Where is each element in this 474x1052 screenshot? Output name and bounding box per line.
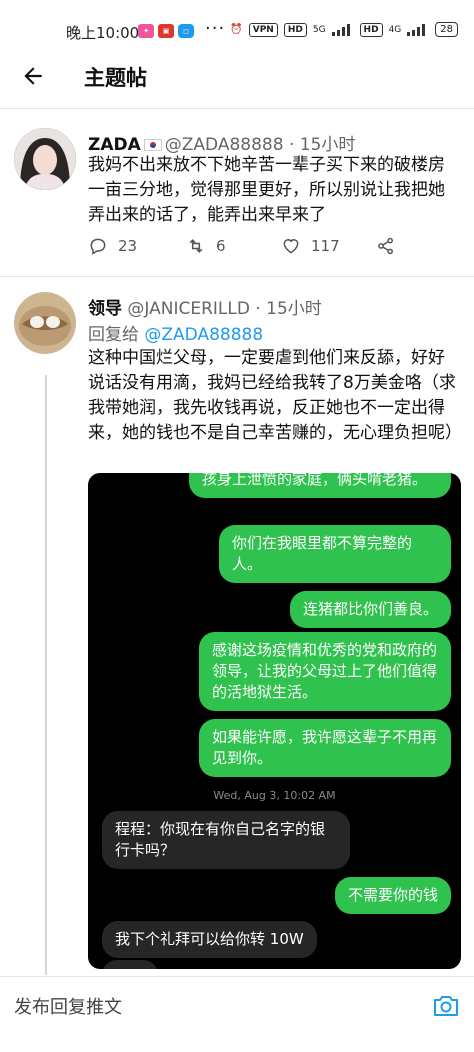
divider	[0, 276, 474, 277]
chat-bubble-sent: 孩身上泄愤的家庭，俩头啃老猪。	[189, 473, 451, 498]
chat-bubble-sent: 感谢这场疫情和优秀的党和政府的领导，让我的父母过上了他们值得的活地狱生活。	[199, 632, 451, 711]
chat-bubble-sent: 如果能许愿，我许愿这辈子不用再见到你。	[199, 719, 451, 777]
separator: ·	[255, 299, 261, 319]
more-notifications-icon: ···	[205, 18, 226, 39]
tweet-author-row: 领导 @JANICERILLD · 15小时	[88, 294, 322, 319]
tweet-time: 15小时	[299, 135, 356, 155]
hd-badge: HD	[359, 22, 383, 37]
app-notification-icon: ✦	[138, 24, 154, 38]
chat-timestamp: Wed, Aug 3, 10:02 AM	[213, 789, 336, 802]
chat-bubble-received: 程程：你现在有你自己名字的银行卡吗？	[102, 811, 350, 869]
tweet-author-row: ZADA @ZADA88888 · 15小时	[88, 130, 355, 155]
avatar[interactable]	[14, 128, 76, 190]
author-name[interactable]: 领导	[88, 299, 122, 319]
chat-bubble-sent: 你们在我眼里都不算完整的人。	[219, 525, 451, 583]
retweet-count: 6	[216, 237, 226, 255]
network-label: 5G	[312, 24, 326, 35]
author-name[interactable]: ZADA	[88, 135, 141, 155]
signal-icon	[407, 23, 429, 36]
chat-bubble-received: 我下个礼拜可以给你转 10W	[102, 921, 317, 958]
reply-icon	[90, 238, 106, 255]
alarm-icon: ⏰	[230, 24, 243, 35]
share-icon	[378, 237, 393, 255]
author-handle[interactable]: @ZADA88888	[165, 135, 284, 155]
replying-to-label: 回复给	[88, 325, 139, 345]
tweet-text: 我妈不出来放不下她辛苦一辈子买下来的破楼房一亩三分地，觉得那里更好，所以别说让我…	[88, 155, 445, 225]
battery-indicator: 28	[435, 22, 458, 37]
share-button[interactable]	[376, 236, 396, 256]
reply-compose-bar[interactable]: 发布回复推文	[0, 976, 474, 1052]
reply-button[interactable]: 23	[88, 236, 137, 256]
avatar[interactable]	[14, 292, 76, 354]
signal-icon	[331, 23, 354, 36]
hd-badge: HD	[283, 22, 307, 37]
page-title: 主题帖	[84, 66, 147, 90]
app-notification-icon: ◻	[178, 24, 194, 38]
chat-bubble-received: 午饭	[102, 960, 159, 969]
retweet-button[interactable]: 6	[186, 236, 226, 256]
camera-icon[interactable]	[432, 993, 460, 1019]
like-button[interactable]: 117	[281, 236, 340, 256]
status-indicators: ⏰ VPN HD 5G HD 4G 28	[230, 22, 458, 37]
back-arrow-icon[interactable]	[20, 63, 46, 89]
thread-line	[45, 375, 47, 975]
replying-to-handle[interactable]: @ZADA88888	[144, 325, 263, 345]
attached-chat-image[interactable]: 孩身上泄愤的家庭，俩头啃老猪。 你们在我眼里都不算完整的人。 连猪都比你们善良。…	[88, 473, 461, 969]
reply-count: 23	[118, 237, 138, 255]
top-app-bar: 主题帖	[0, 55, 474, 103]
chat-bubble-sent: 连猪都比你们善良。	[289, 591, 451, 628]
reply-input[interactable]: 发布回复推文	[14, 993, 122, 1019]
korea-flag-icon	[143, 139, 162, 151]
tweet-text: 这种中国烂父母，一定要虐到他们来反舔，好好说话没有用滴，我妈已经给我转了8万美金…	[88, 348, 462, 443]
app-notification-icon: ▣	[158, 24, 174, 38]
vpn-badge: VPN	[248, 22, 278, 37]
network-label: 4G	[388, 24, 402, 35]
status-bar: 晚上10:00 ✦ ▣ ◻ ··· ⏰ VPN HD 5G HD 4G 28	[0, 0, 474, 60]
replying-to: 回复给 @ZADA88888	[88, 320, 263, 345]
author-handle[interactable]: @JANICERILLD	[127, 299, 250, 319]
like-count: 117	[311, 237, 340, 255]
tweet-time: 15小时	[266, 299, 322, 319]
separator: ·	[288, 135, 295, 155]
tweet-actions: 23 6 117	[88, 236, 460, 262]
chat-bubble-sent: 不需要你的钱	[334, 877, 451, 914]
retweet-icon	[189, 239, 203, 253]
status-time: 晚上10:00	[66, 24, 140, 42]
heart-icon	[283, 239, 299, 254]
divider	[0, 108, 474, 109]
